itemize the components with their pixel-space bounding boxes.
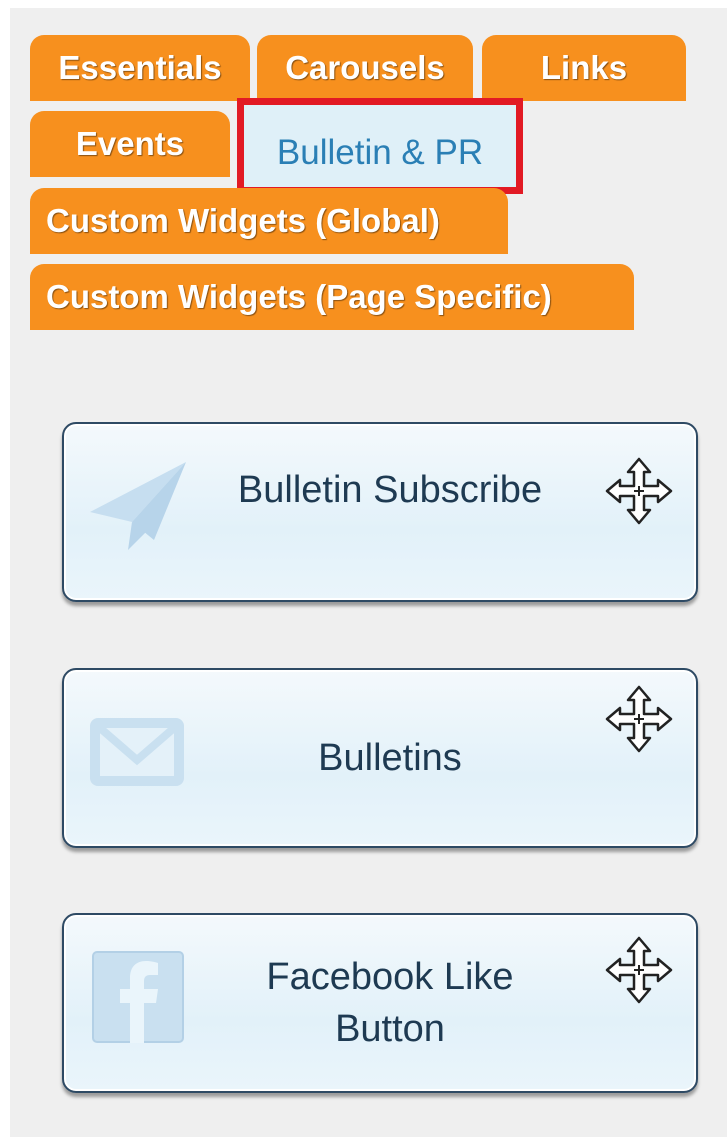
widget-label: Bulletins: [318, 737, 462, 779]
envelope-icon: [90, 718, 184, 786]
widget-label-line-1: Facebook Like: [266, 956, 514, 998]
move-icon[interactable]: [604, 684, 674, 754]
move-icon[interactable]: [604, 935, 674, 1005]
widget-label-line-2: Button: [335, 1008, 445, 1050]
widget-label: Facebook Like Button: [184, 951, 596, 1055]
tab-carousels[interactable]: Carousels: [257, 35, 473, 101]
paper-plane-icon: [90, 462, 186, 550]
tab-custom-widgets-global[interactable]: Custom Widgets (Global): [30, 188, 508, 254]
tab-links[interactable]: Links: [482, 35, 686, 101]
widget-label: Bulletin Subscribe: [237, 469, 543, 511]
tab-essentials[interactable]: Essentials: [30, 35, 250, 101]
facebook-icon: [92, 951, 184, 1043]
widget-bulletin-subscribe[interactable]: Bulletin Subscribe: [62, 422, 698, 602]
widget-panel: Essentials Carousels Links Events Bullet…: [0, 0, 727, 1137]
move-icon[interactable]: [604, 456, 674, 526]
tab-events[interactable]: Events: [30, 111, 230, 177]
tab-custom-widgets-page-specific[interactable]: Custom Widgets (Page Specific): [30, 264, 634, 330]
widget-facebook-like-button[interactable]: Facebook Like Button: [62, 913, 698, 1093]
tab-bulletin-pr[interactable]: Bulletin & PR: [237, 98, 523, 194]
widget-bulletins[interactable]: Bulletins: [62, 668, 698, 848]
